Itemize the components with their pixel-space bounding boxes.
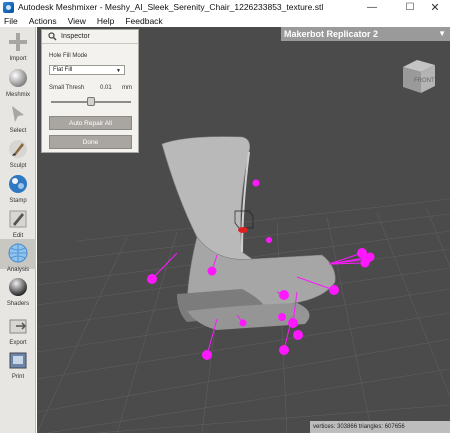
done-button[interactable]: Done (49, 135, 132, 149)
tool-sculpt[interactable]: Sculpt (0, 138, 36, 169)
tool-shaders[interactable]: Shaders (0, 276, 36, 307)
menu-help[interactable]: Help (97, 16, 114, 26)
minimize-icon[interactable]: — (357, 0, 387, 14)
small-thresh-value: 0.01 (100, 85, 112, 91)
small-thresh-label: Small Thresh (49, 85, 85, 91)
chair-model[interactable] (161, 136, 336, 330)
inspector-panel: Inspector Hole Fill Mode Flat Fill ▼ Sma… (41, 29, 139, 153)
tool-label: Stamp (9, 198, 27, 204)
window-title: Autodesk Meshmixer - Meshy_AI_Sleek_Sere… (18, 2, 324, 12)
brush-icon (9, 140, 27, 158)
inspector-header: Inspector (42, 30, 138, 44)
tool-label: Print (11, 374, 25, 380)
hole-fill-mode-label: Hole Fill Mode (49, 53, 88, 59)
meshmixer-app-icon (3, 1, 14, 13)
menu-actions[interactable]: Actions (29, 16, 57, 26)
small-thresh-slider-handle[interactable] (87, 97, 95, 106)
arrow-cursor-icon (12, 106, 24, 122)
pencil-icon (9, 210, 27, 228)
tool-export[interactable]: Export (0, 315, 36, 346)
printer-selector[interactable]: Makerbot Replicator 2 ▼ (281, 27, 450, 41)
red-marker (238, 227, 248, 233)
view-cube[interactable]: FRONT (403, 60, 435, 93)
tool-import[interactable]: Import (0, 31, 36, 62)
print-icon (9, 352, 27, 369)
tool-label: Sculpt (9, 163, 27, 169)
menu-bar: File Actions View Help Feedback (0, 14, 450, 27)
tool-label: Export (9, 340, 27, 346)
status-bar: vertices: 303866 triangles: 607656 (310, 421, 450, 433)
inspector-title: Inspector (61, 33, 90, 40)
menu-view[interactable]: View (68, 16, 86, 26)
menu-feedback[interactable]: Feedback (125, 16, 162, 26)
tool-meshmix[interactable]: Meshmix (0, 67, 36, 98)
sphere-icon (9, 69, 27, 87)
tool-analysis[interactable]: Analysis (0, 239, 36, 273)
tool-stamp[interactable]: Stamp (0, 173, 36, 204)
printer-name: Makerbot Replicator 2 (284, 29, 379, 39)
hole-fill-mode-value: Flat Fill (53, 67, 73, 73)
viewcube-face-label: FRONT (414, 78, 435, 84)
small-thresh-unit: mm (122, 85, 132, 91)
mesh-stats: vertices: 303866 triangles: 607656 (313, 424, 405, 430)
export-icon (9, 319, 27, 334)
triangle-down-icon[interactable]: ▼ (438, 29, 446, 38)
tool-label: Select (9, 128, 27, 134)
tool-edit[interactable]: Edit (0, 208, 36, 239)
tool-select[interactable]: Select (0, 103, 36, 134)
auto-repair-all-button[interactable]: Auto Repair All (49, 116, 132, 130)
tool-label: Meshmix (5, 92, 30, 98)
left-toolbar: Import Meshmix Select Sculpt Stamp Edit (0, 27, 36, 433)
close-icon[interactable]: ✕ (420, 0, 450, 14)
chevron-down-icon: ▼ (116, 68, 121, 74)
search-icon (48, 32, 57, 41)
analysis-globe-icon (8, 243, 28, 263)
plus-icon (9, 33, 27, 51)
tool-print[interactable]: Print (0, 349, 36, 380)
shader-ball-icon (9, 278, 27, 296)
stamp-icon (9, 175, 27, 193)
tool-label: Analysis (6, 267, 30, 273)
tool-label: Import (9, 56, 27, 62)
hole-fill-mode-select[interactable]: Flat Fill ▼ (49, 65, 125, 75)
tool-label: Shaders (6, 301, 30, 307)
menu-file[interactable]: File (4, 16, 18, 26)
